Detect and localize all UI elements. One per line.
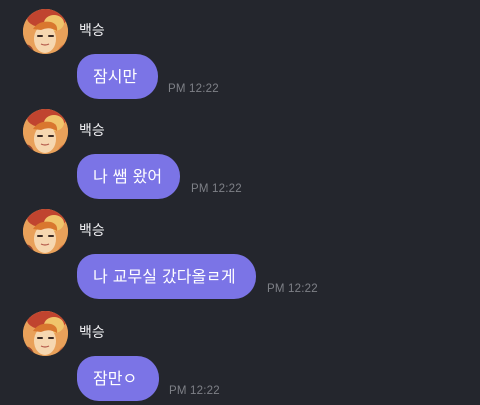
avatar[interactable] <box>23 109 68 154</box>
message-bubble[interactable]: 나 쌤 왔어 <box>77 154 180 199</box>
avatar[interactable] <box>23 311 68 356</box>
message-group: 백승 나 쌤 왔어 PM 12:22 <box>0 100 480 200</box>
sender-name: 백승 <box>79 223 105 239</box>
profile-photo-icon <box>23 109 68 154</box>
profile-photo-icon <box>23 209 68 254</box>
message-timestamp: PM 12:22 <box>267 283 318 295</box>
message-group: 백승 잠만ㅇ PM 12:22 <box>0 302 480 402</box>
profile-photo-icon <box>23 9 68 54</box>
message-bubble[interactable]: 잠만ㅇ <box>77 356 159 401</box>
message-bubble[interactable]: 나 교무실 갔다올ㄹ게 <box>77 254 256 299</box>
sender-name: 백승 <box>79 123 105 139</box>
sender-name: 백승 <box>79 23 105 39</box>
message-group: 백승 나 교무실 갔다올ㄹ게 PM 12:22 <box>0 200 480 300</box>
chat-thread: 백승 잠시만 PM 12:22 백승 나 쌤 왔어 PM 12:22 백승 나 … <box>0 0 480 405</box>
message-timestamp: PM 12:22 <box>169 385 220 397</box>
message-group: 백승 잠시만 PM 12:22 <box>0 0 480 100</box>
message-timestamp: PM 12:22 <box>191 183 242 195</box>
avatar[interactable] <box>23 209 68 254</box>
profile-photo-icon <box>23 311 68 356</box>
sender-name: 백승 <box>79 325 105 341</box>
avatar[interactable] <box>23 9 68 54</box>
message-timestamp: PM 12:22 <box>168 83 219 95</box>
message-bubble[interactable]: 잠시만 <box>77 54 158 99</box>
